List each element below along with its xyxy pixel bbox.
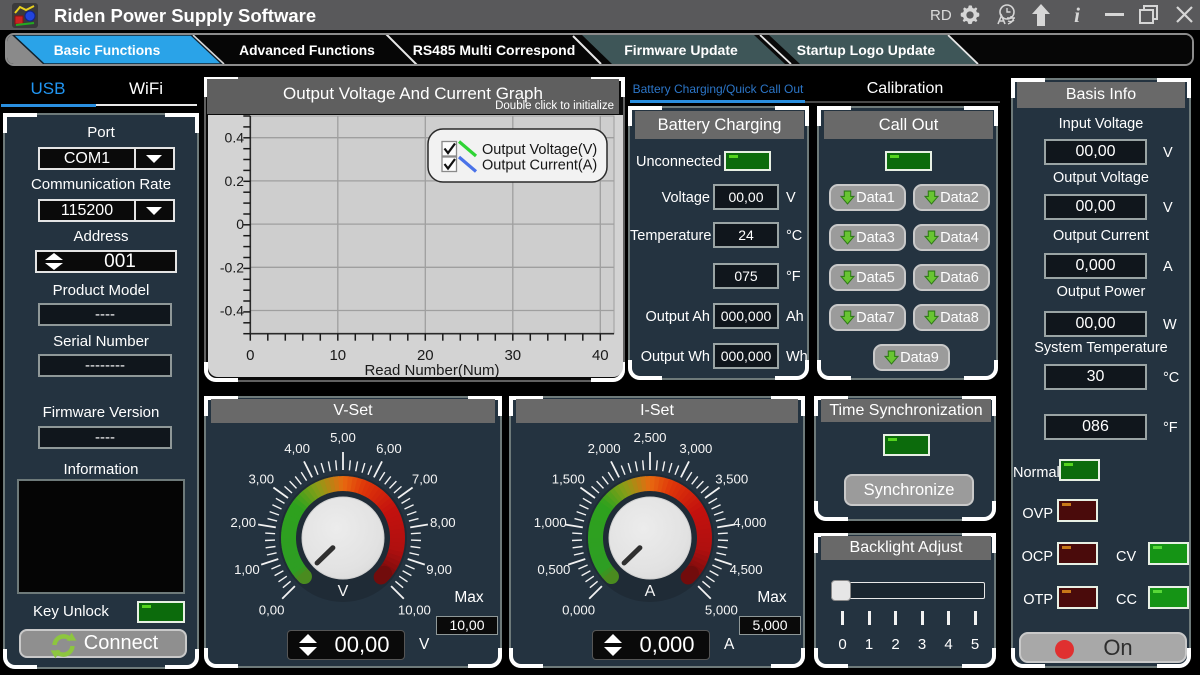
svg-text:0: 0 <box>246 347 254 364</box>
svg-text:Firmware Update: Firmware Update <box>624 42 738 58</box>
svg-text:2,00: 2,00 <box>230 515 256 530</box>
svg-text:Read Number(Num): Read Number(Num) <box>364 362 499 377</box>
svg-text:30: 30 <box>504 347 521 364</box>
svg-text:RS485 Multi Correspond: RS485 Multi Correspond <box>413 42 576 58</box>
svg-text:0: 0 <box>236 216 244 232</box>
svg-text:8,00: 8,00 <box>430 515 456 530</box>
svg-text:9,00: 9,00 <box>426 562 452 577</box>
svg-text:4,000: 4,000 <box>733 515 766 530</box>
svg-text:V: V <box>338 583 349 600</box>
svg-text:0.2: 0.2 <box>225 173 245 189</box>
svg-text:0,00: 0,00 <box>259 602 285 617</box>
svg-text:-0.4: -0.4 <box>220 303 244 319</box>
svg-text:1,00: 1,00 <box>234 562 260 577</box>
svg-text:-0.2: -0.2 <box>220 259 244 275</box>
svg-text:Advanced Functions: Advanced Functions <box>239 43 375 58</box>
svg-text:40: 40 <box>592 347 609 364</box>
svg-text:3,00: 3,00 <box>248 472 274 487</box>
svg-text:2,000: 2,000 <box>588 441 621 456</box>
svg-text:0,500: 0,500 <box>537 562 570 577</box>
svg-text:Basic Functions: Basic Functions <box>54 43 161 58</box>
svg-text:Startup Logo Update: Startup Logo Update <box>797 42 936 58</box>
svg-text:0,000: 0,000 <box>562 602 595 617</box>
svg-text:1,500: 1,500 <box>552 472 585 487</box>
svg-text:10: 10 <box>329 347 346 364</box>
svg-text:A: A <box>645 583 656 600</box>
svg-text:4,500: 4,500 <box>730 562 763 577</box>
svg-text:6,00: 6,00 <box>376 441 402 456</box>
svg-text:Output Voltage(V): Output Voltage(V) <box>482 142 597 158</box>
svg-text:Output Current(A): Output Current(A) <box>482 158 597 174</box>
svg-text:5,000: 5,000 <box>705 602 738 617</box>
svg-text:3,000: 3,000 <box>679 441 712 456</box>
svg-text:5,00: 5,00 <box>330 430 356 445</box>
svg-text:3,500: 3,500 <box>715 472 748 487</box>
svg-text:2,500: 2,500 <box>633 430 666 445</box>
svg-text:0.4: 0.4 <box>225 130 245 146</box>
svg-text:4,00: 4,00 <box>284 441 310 456</box>
svg-text:10,00: 10,00 <box>398 602 431 617</box>
svg-text:1,000: 1,000 <box>534 515 567 530</box>
svg-text:7,00: 7,00 <box>412 472 438 487</box>
